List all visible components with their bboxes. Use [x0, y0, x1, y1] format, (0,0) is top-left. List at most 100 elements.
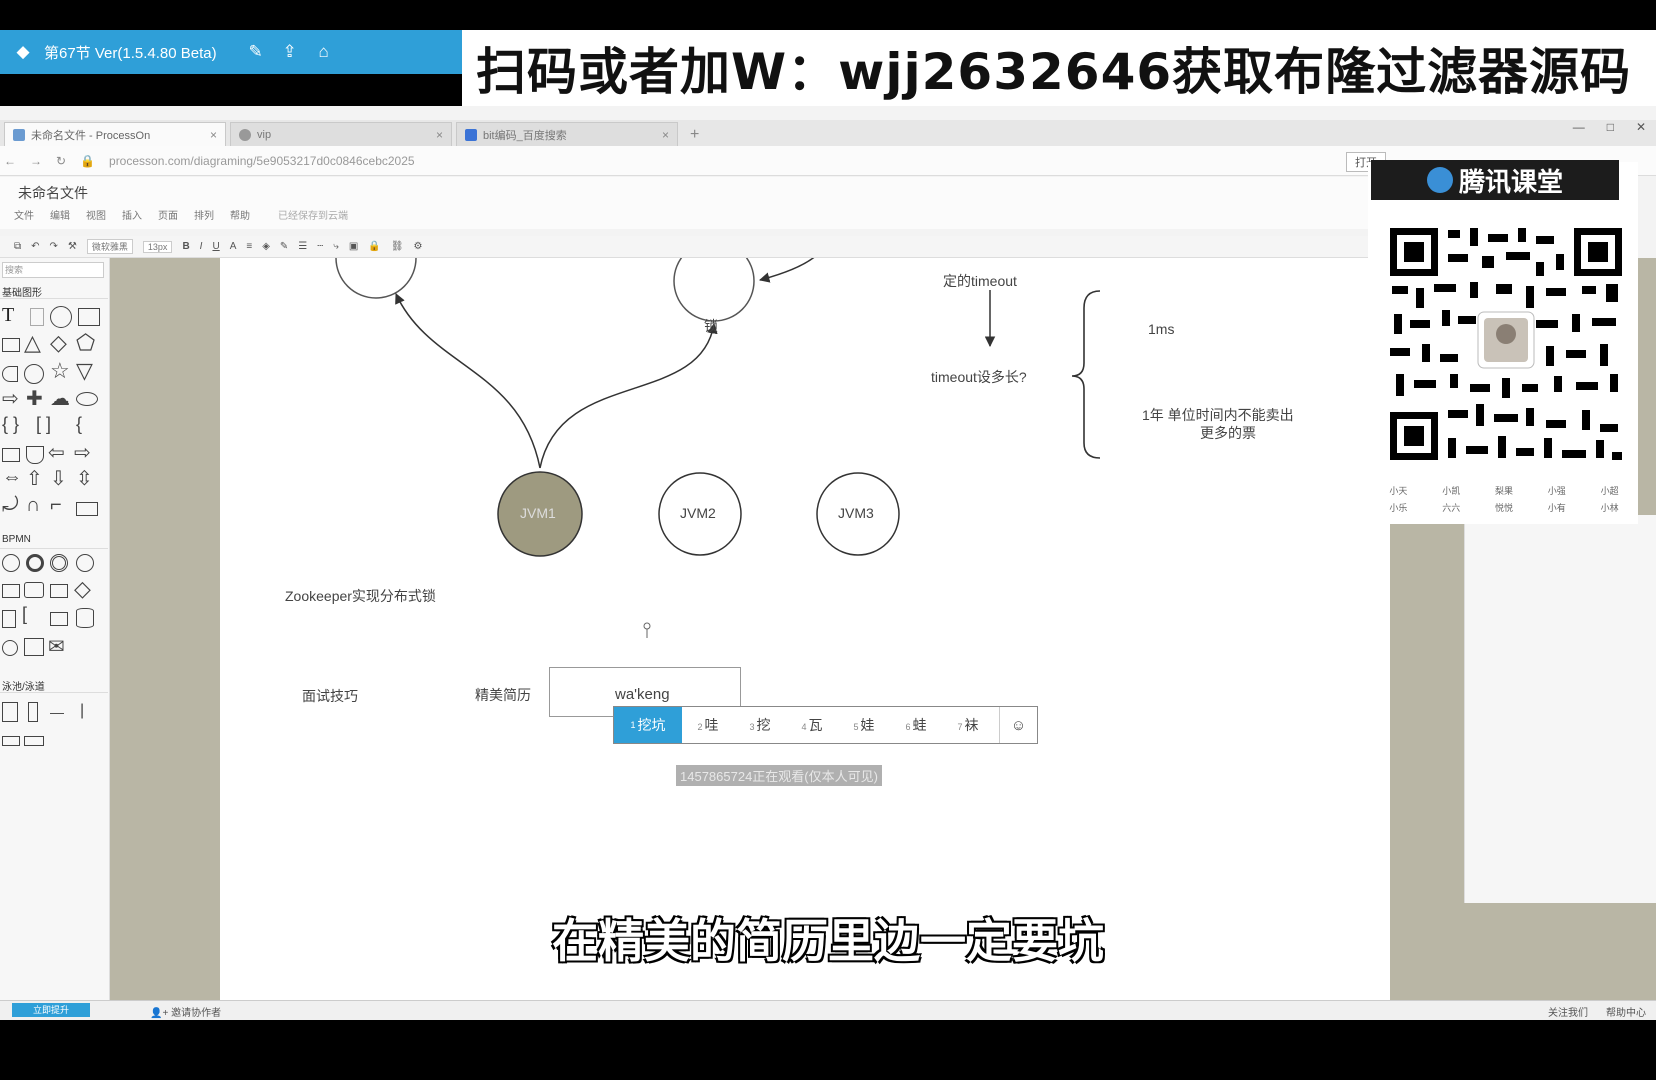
- menu-insert[interactable]: 插入: [122, 207, 142, 222]
- bpmn-collapsed-shape[interactable]: [24, 638, 44, 656]
- bpmn-end-event-shape[interactable]: [26, 554, 44, 572]
- bpmn-timer-event-shape[interactable]: [76, 554, 94, 572]
- font-size-select[interactable]: 13px: [142, 240, 173, 253]
- rotate-handle[interactable]: [643, 622, 651, 630]
- cross-shape[interactable]: ✚: [26, 386, 43, 411]
- help-center-link[interactable]: 帮助中心: [1606, 1004, 1646, 1019]
- ellipse-shape[interactable]: [76, 392, 98, 406]
- curly-shape[interactable]: {: [76, 414, 82, 435]
- bpmn-call-activity-shape[interactable]: [50, 584, 68, 598]
- vertical-lane-shape[interactable]: [28, 702, 38, 722]
- menu-view[interactable]: 视图: [86, 207, 106, 222]
- line-color-icon[interactable]: ✎: [280, 241, 288, 252]
- bpmn-subprocess-shape[interactable]: [24, 582, 44, 598]
- ime-candidate[interactable]: 5娃: [838, 715, 890, 735]
- close-tab-icon[interactable]: ×: [662, 128, 669, 142]
- diagram-canvas[interactable]: [220, 258, 1390, 1000]
- follow-us-link[interactable]: 关注我们: [1548, 1004, 1588, 1019]
- curved-arrow-shape[interactable]: ⤾: [2, 494, 19, 517]
- bpmn-data-store-shape[interactable]: [76, 608, 94, 628]
- bpmn-group-shape[interactable]: [50, 612, 68, 626]
- menu-file[interactable]: 文件: [14, 207, 34, 222]
- copy-icon[interactable]: ⧉: [14, 241, 21, 252]
- octagon-shape[interactable]: [24, 364, 44, 384]
- double-arrow-shape[interactable]: ⇔: [2, 466, 22, 489]
- brace-shape[interactable]: [ ]: [36, 414, 51, 435]
- circle-shape[interactable]: [50, 306, 72, 328]
- italic-icon[interactable]: I: [200, 241, 203, 252]
- text-edit-input[interactable]: wa'keng: [615, 686, 670, 703]
- share-icon[interactable]: ⇪: [277, 39, 303, 65]
- section-bpmn[interactable]: BPMN: [2, 534, 31, 545]
- close-tab-icon[interactable]: ×: [436, 128, 443, 142]
- left-arrow-shape[interactable]: ⇦: [48, 440, 65, 465]
- bold-icon[interactable]: B: [182, 241, 189, 252]
- u-turn-shape[interactable]: ∩: [26, 494, 40, 517]
- font-select[interactable]: 微软雅黑: [86, 239, 133, 254]
- ime-candidate[interactable]: 6蛙: [890, 715, 942, 735]
- process-shape[interactable]: [76, 502, 98, 516]
- shape-search-input[interactable]: 搜索: [2, 262, 104, 278]
- arrange-front-icon[interactable]: ▣: [349, 241, 358, 252]
- corner-shape[interactable]: ⌐: [50, 494, 62, 517]
- edit-icon[interactable]: ✎: [243, 39, 269, 65]
- rounded-rect-shape[interactable]: [2, 338, 20, 352]
- half-circle-shape[interactable]: [2, 366, 18, 382]
- ime-candidate[interactable]: 4瓦: [786, 715, 838, 735]
- settings-icon[interactable]: ⚙: [414, 241, 423, 252]
- bpmn-message-event-shape[interactable]: [2, 640, 18, 656]
- reload-icon[interactable]: ↻: [56, 154, 66, 168]
- back-icon[interactable]: ←: [4, 154, 16, 168]
- underline-icon[interactable]: U: [212, 241, 219, 252]
- text-box-shape[interactable]: [30, 308, 44, 326]
- invite-collaborator-link[interactable]: 👤+ 邀请协作者: [150, 1004, 221, 1019]
- close-tab-icon[interactable]: ×: [210, 128, 217, 142]
- browser-tab[interactable]: bit编码_百度搜索 ×: [456, 122, 678, 146]
- menu-arrange[interactable]: 排列: [194, 207, 214, 222]
- format-painter-icon[interactable]: ⚒: [68, 241, 77, 252]
- triangle-shape[interactable]: △: [24, 330, 41, 356]
- font-color-icon[interactable]: A: [230, 241, 237, 252]
- section-basic-shapes[interactable]: 基础图形: [2, 284, 42, 299]
- ime-candidate-selected[interactable]: 1 挖坑: [614, 707, 682, 743]
- browser-tab[interactable]: 未命名文件 - ProcessOn ×: [4, 122, 226, 146]
- bpmn-message-shape[interactable]: ✉: [48, 634, 65, 659]
- menu-page[interactable]: 页面: [158, 207, 178, 222]
- fill-icon[interactable]: ◈: [262, 241, 270, 252]
- cloud-shape[interactable]: ☁: [50, 386, 70, 411]
- connector-icon[interactable]: ⤷: [333, 241, 339, 252]
- inverted-triangle-shape[interactable]: ▽: [76, 358, 93, 384]
- right-arrow-shape[interactable]: ⇨: [74, 440, 91, 465]
- rectangle-shape[interactable]: [78, 308, 100, 326]
- redo-icon[interactable]: ↷: [50, 241, 58, 252]
- ime-candidate[interactable]: 7袜: [942, 715, 994, 735]
- lock-shape-icon[interactable]: 🔒: [368, 241, 380, 252]
- new-tab-button[interactable]: +: [682, 126, 707, 146]
- down-arrow-shape[interactable]: ⇩: [50, 466, 67, 491]
- bpmn-gateway-shape[interactable]: ◇: [74, 576, 91, 602]
- pentagon-shape[interactable]: ⬠: [76, 330, 95, 356]
- bpmn-start-event-shape[interactable]: [2, 554, 20, 572]
- vertical-separator-shape[interactable]: |: [80, 702, 84, 720]
- horizontal-lane-shape[interactable]: [24, 736, 44, 746]
- card-shape[interactable]: [2, 448, 20, 462]
- bpmn-data-object-shape[interactable]: [2, 610, 16, 628]
- link-icon[interactable]: ⛓: [391, 241, 404, 252]
- text-shape[interactable]: T: [2, 304, 14, 327]
- maximize-icon[interactable]: □: [1607, 120, 1614, 134]
- line-style-icon[interactable]: ┄: [317, 241, 323, 252]
- undo-icon[interactable]: ↶: [31, 241, 39, 252]
- ime-candidate[interactable]: 2哇: [682, 715, 734, 735]
- up-arrow-shape[interactable]: ⇧: [26, 466, 43, 491]
- diamond-shape[interactable]: ◇: [50, 330, 67, 356]
- emoji-icon[interactable]: ☺: [999, 707, 1037, 743]
- horizontal-separator-shape[interactable]: —: [50, 704, 64, 720]
- menu-edit[interactable]: 编辑: [50, 207, 70, 222]
- bpmn-intermediate-event-shape[interactable]: [50, 554, 68, 572]
- section-pool-lane[interactable]: 泳池/泳道: [2, 678, 45, 693]
- vertical-pool-shape[interactable]: [2, 702, 18, 722]
- forward-icon[interactable]: →: [30, 154, 42, 168]
- bracket-shape[interactable]: { }: [2, 414, 19, 435]
- home-icon[interactable]: ⌂: [311, 39, 337, 65]
- minimize-icon[interactable]: —: [1573, 120, 1585, 134]
